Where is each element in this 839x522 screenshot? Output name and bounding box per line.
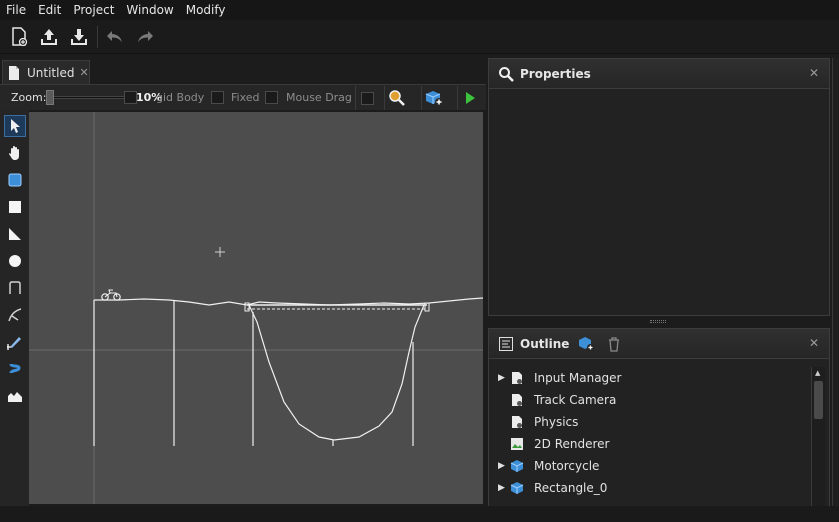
cube-icon: [510, 459, 524, 473]
fixed-checkbox[interactable]: [211, 91, 224, 104]
crosshair-icon: [215, 247, 225, 257]
zoom-slider-handle[interactable]: [46, 90, 54, 105]
play-icon[interactable]: [457, 86, 481, 110]
outline-item-label: Track Camera: [534, 393, 617, 407]
tab-close-icon[interactable]: ✕: [79, 66, 88, 79]
image-icon: [510, 437, 524, 451]
joint-tool-icon[interactable]: [4, 304, 26, 326]
outline-list-icon: [498, 336, 514, 352]
extra-toggle-button[interactable]: [355, 86, 379, 110]
outline-close-icon[interactable]: ✕: [809, 336, 819, 350]
outline-item-rectangle-0[interactable]: ▶ Rectangle_0: [489, 477, 809, 499]
box-select-icon[interactable]: [4, 169, 26, 191]
upload-icon[interactable]: [36, 24, 62, 50]
search-icon: [498, 66, 514, 82]
rigid-body-checkbox[interactable]: [124, 91, 137, 104]
outline-item-label: Rectangle_0: [534, 481, 608, 495]
outline-item-input-manager[interactable]: ▶ Input Manager: [489, 367, 809, 389]
terrain-tool-icon[interactable]: [4, 385, 26, 407]
add-object-icon[interactable]: [421, 86, 445, 110]
new-file-icon[interactable]: [6, 24, 32, 50]
outline-item-label: Input Manager: [534, 371, 622, 385]
outline-item-label: 2D Renderer: [534, 437, 610, 451]
scene-drawing: [29, 112, 483, 504]
valley-line: [248, 304, 425, 441]
outline-item-2d-renderer[interactable]: 2D Renderer: [489, 433, 809, 455]
circle-tool-icon[interactable]: [4, 250, 26, 272]
document-tab-bar: Untitled ✕: [0, 58, 486, 84]
trash-icon[interactable]: [607, 336, 621, 352]
motorcycle-sprite: [101, 289, 121, 301]
tool-box: [0, 110, 29, 506]
redo-icon[interactable]: [132, 24, 158, 50]
tab-untitled[interactable]: Untitled ✕: [2, 60, 90, 84]
outline-item-motorcycle[interactable]: ▶ Motorcycle: [489, 455, 809, 477]
menu-modify[interactable]: Modify: [180, 3, 232, 17]
properties-close-icon[interactable]: ✕: [809, 66, 819, 80]
rigid-body-label: gid Body: [156, 91, 205, 104]
menu-project[interactable]: Project: [67, 3, 120, 17]
menu-file[interactable]: File: [0, 3, 32, 17]
menu-window[interactable]: Window: [120, 3, 179, 17]
expand-arrow-icon[interactable]: ▶: [498, 461, 505, 471]
path-tool-icon[interactable]: [4, 277, 26, 299]
document-gear-icon: [510, 371, 524, 385]
add-object-icon[interactable]: [577, 336, 595, 352]
properties-panel: Properties ✕: [488, 58, 830, 316]
outline-scroll-thumb[interactable]: [814, 381, 823, 419]
menu-edit[interactable]: Edit: [32, 3, 67, 17]
scene-canvas[interactable]: [29, 112, 483, 504]
outline-scrollbar[interactable]: ▲: [811, 367, 825, 507]
pen-tool-icon[interactable]: [4, 331, 26, 353]
properties-header: Properties ✕: [489, 59, 829, 89]
panel-splitter-handle[interactable]: [650, 320, 666, 323]
download-icon[interactable]: [66, 24, 92, 50]
mouse-drag-checkbox[interactable]: [265, 91, 278, 104]
outline-panel: Outline ✕ ▶ Input Manager Track Camera P…: [488, 328, 830, 508]
triangle-tool-icon[interactable]: [4, 223, 26, 245]
outline-item-physics[interactable]: Physics: [489, 411, 809, 433]
document-gear-icon: [510, 415, 524, 429]
toolbar-separator: [97, 26, 98, 48]
spring-tool-icon[interactable]: [4, 358, 26, 380]
expand-arrow-icon[interactable]: ▶: [498, 373, 505, 383]
window-scrollbar[interactable]: [832, 58, 839, 506]
mouse-drag-label: Mouse Drag: [286, 91, 352, 104]
zoom-fit-icon[interactable]: [384, 86, 408, 110]
scroll-up-icon[interactable]: ▲: [815, 369, 820, 377]
select-tool-icon[interactable]: [4, 115, 26, 137]
outline-item-label: Motorcycle: [534, 459, 600, 473]
view-options-bar: Zoom: 10% gid Body Fixed Mouse Drag: [0, 84, 486, 110]
fixed-label: Fixed: [231, 91, 260, 104]
tab-title: Untitled: [27, 65, 75, 80]
outline-title: Outline: [520, 336, 570, 351]
status-bar: [0, 506, 839, 522]
outline-item-label: Physics: [534, 415, 579, 429]
hand-pan-icon[interactable]: [4, 142, 26, 164]
bridge-anchor-right: [424, 302, 430, 312]
cube-icon: [510, 481, 524, 495]
zoom-label: Zoom:: [11, 91, 47, 104]
menu-bar: File Edit Project Window Modify: [0, 0, 839, 20]
main-toolbar: [0, 20, 839, 54]
properties-title: Properties: [520, 66, 591, 81]
document-icon: [7, 65, 21, 81]
outline-header: Outline ✕: [489, 329, 829, 359]
document-gear-icon: [510, 393, 524, 407]
rectangle-tool-icon[interactable]: [4, 196, 26, 218]
outline-item-track-camera[interactable]: Track Camera: [489, 389, 809, 411]
expand-arrow-icon[interactable]: ▶: [498, 483, 505, 493]
undo-icon[interactable]: [102, 24, 128, 50]
